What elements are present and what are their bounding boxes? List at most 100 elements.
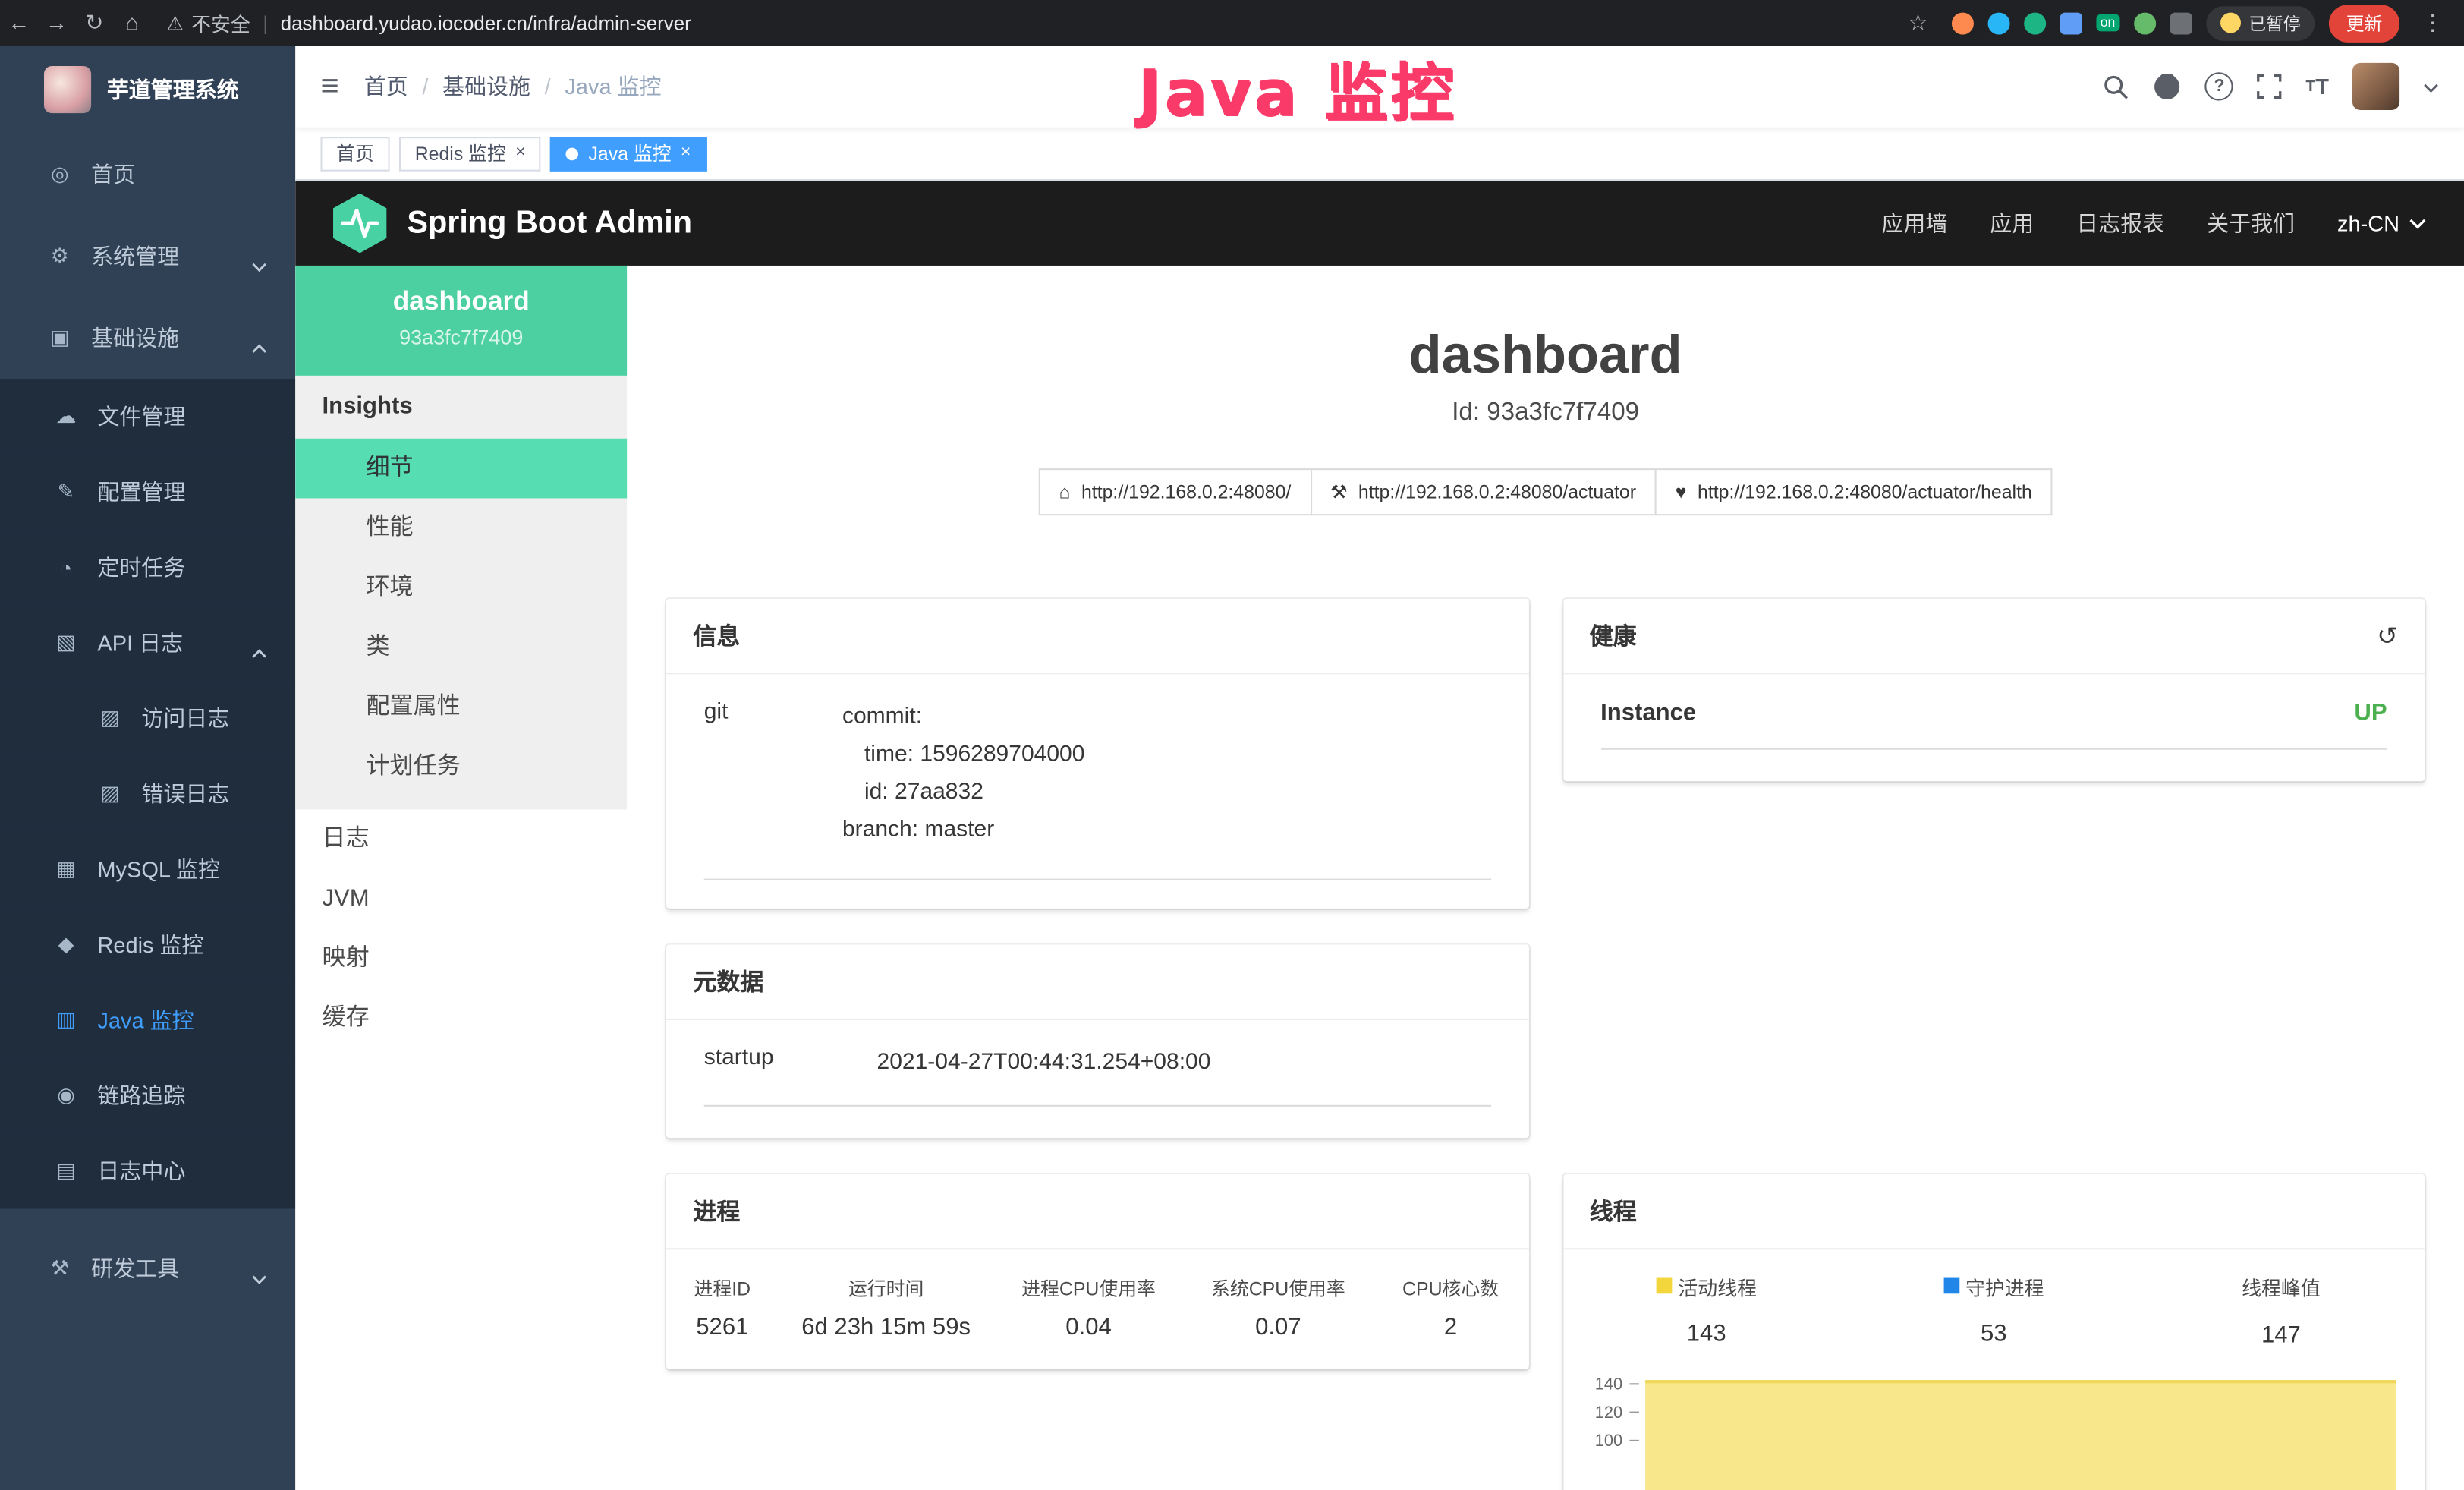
heart-icon: ♥ xyxy=(1676,481,1687,503)
extension-puzzle-icon[interactable] xyxy=(2170,12,2192,34)
fullscreen-icon[interactable] xyxy=(2257,74,2282,99)
address-bar[interactable]: ⚠ 不安全 | dashboard.yudao.iocoder.cn/infra… xyxy=(167,8,691,37)
sba-item-jvm[interactable]: JVM xyxy=(295,869,627,929)
process-card-title: 进程 xyxy=(666,1173,1528,1249)
tab-label: 首页 xyxy=(336,140,374,166)
user-avatar[interactable] xyxy=(2352,63,2399,110)
sidebar-item-dev-tools[interactable]: ⚒ 研发工具 xyxy=(0,1227,295,1309)
sba-header: Spring Boot Admin 应用墙 应用 日志报表 关于我们 zh-CN xyxy=(295,181,2464,266)
live-threads-value: 143 xyxy=(1562,1321,1850,1347)
health-card-title: 健康 xyxy=(1590,619,1637,652)
sba-nav-about[interactable]: 关于我们 xyxy=(2207,207,2295,238)
sba-nav-applications[interactable]: 应用 xyxy=(1990,207,2034,238)
tab-redis-monitor[interactable]: Redis 监控 × xyxy=(399,136,541,171)
sidebar-item-access-logs[interactable]: ▨ 访问日志 xyxy=(0,681,295,756)
tags-view-bar: 首页 Redis 监控 × Java 监控 × xyxy=(295,128,2464,181)
home-icon[interactable]: ⌂ xyxy=(113,0,151,46)
chrome-menu-icon[interactable]: ⋮ xyxy=(2414,0,2452,46)
extension-green-icon[interactable] xyxy=(2023,12,2045,34)
extension-orange-icon[interactable] xyxy=(1951,12,1973,34)
sba-item-details[interactable]: 细节 xyxy=(295,439,627,499)
sba-instance-header[interactable]: dashboard 93a3fc7f7409 xyxy=(295,266,627,376)
doc-icon: ▨ xyxy=(97,781,122,806)
app-logo-row[interactable]: 芋道管理系统 xyxy=(0,46,295,134)
sidebar-item-scheduled-jobs[interactable]: ◔ 定时任务 xyxy=(0,530,295,605)
sidebar-item-redis-monitor[interactable]: ◆ Redis 监控 xyxy=(0,907,295,982)
sba-item-classes[interactable]: 类 xyxy=(295,618,627,678)
close-icon[interactable]: × xyxy=(681,145,691,162)
metadata-card: 元数据 startup 2021-04-27T00:44:31.254+08:0… xyxy=(666,944,1528,1138)
redis-icon: ◆ xyxy=(53,932,78,957)
url-text[interactable]: dashboard.yudao.iocoder.cn/infra/admin-s… xyxy=(281,12,691,34)
sidebar-item-error-logs[interactable]: ▨ 错误日志 xyxy=(0,756,295,831)
sidebar-item-home[interactable]: ◎ 首页 xyxy=(0,134,295,216)
sba-item-logs[interactable]: 日志 xyxy=(295,809,627,869)
breadcrumb-infrastructure[interactable]: 基础设施 xyxy=(442,71,530,102)
hamburger-icon[interactable]: ≡ xyxy=(295,68,363,105)
sidebar-item-mysql-monitor[interactable]: ▦ MySQL 监控 xyxy=(0,831,295,906)
tab-java-monitor[interactable]: Java 监控 × xyxy=(551,136,706,171)
active-threads-area xyxy=(1644,1379,2396,1490)
sba-item-mappings[interactable]: 映射 xyxy=(295,929,627,989)
java-monitor-icon: ▥ xyxy=(53,1007,78,1032)
extension-grid-icon[interactable] xyxy=(2060,12,2082,34)
avatar-caret-icon[interactable] xyxy=(2423,72,2439,100)
not-secure-warning-icon: ⚠ xyxy=(167,12,184,34)
profile-emoji-icon xyxy=(2220,13,2241,33)
sidebar-item-label: 错误日志 xyxy=(141,778,229,809)
close-icon[interactable]: × xyxy=(515,145,525,162)
history-icon[interactable]: ↺ xyxy=(2377,620,2398,651)
forward-icon[interactable]: → xyxy=(38,0,76,46)
service-url-link[interactable]: ⌂ http://192.168.0.2:48080/ xyxy=(1039,468,1312,515)
sba-item-config-props[interactable]: 配置属性 xyxy=(295,678,627,738)
tab-home[interactable]: 首页 xyxy=(320,136,389,171)
extension-on-badge[interactable]: on xyxy=(2095,14,2119,31)
peak-threads-value: 147 xyxy=(2138,1321,2425,1348)
sidebar-item-tracing[interactable]: ◉ 链路追踪 xyxy=(0,1058,295,1133)
process-cpus-value: 2 xyxy=(1373,1304,1528,1344)
github-icon[interactable] xyxy=(2154,72,2182,100)
sba-instance-sidebar: dashboard 93a3fc7f7409 Insights 细节 性能 环境… xyxy=(295,266,627,1490)
process-proc-cpu-value: 0.04 xyxy=(994,1304,1184,1344)
search-icon[interactable] xyxy=(2103,73,2129,99)
sidebar-item-label: 基础设施 xyxy=(91,323,179,354)
font-size-icon[interactable]: TT xyxy=(2306,74,2329,99)
sidebar-item-api-logs[interactable]: ▧ API 日志 xyxy=(0,605,295,680)
sba-nav-wallboard[interactable]: 应用墙 xyxy=(1881,207,1947,238)
log-center-icon: ▤ xyxy=(53,1158,78,1183)
breadcrumb-home[interactable]: 首页 xyxy=(364,71,408,102)
sba-insights-section: Insights 细节 性能 环境 类 配置属性 计划任务 xyxy=(295,376,627,810)
sba-item-metrics[interactable]: 性能 xyxy=(295,498,627,558)
chrome-update-button[interactable]: 更新 xyxy=(2329,4,2399,42)
process-col-proc-cpu: 进程CPU使用率 xyxy=(994,1265,1184,1304)
sba-item-environment[interactable]: 环境 xyxy=(295,558,627,618)
sba-item-scheduled-tasks[interactable]: 计划任务 xyxy=(295,737,627,797)
wrench-icon: ⚒ xyxy=(1330,481,1347,503)
sidebar-item-infrastructure[interactable]: ▣ 基础设施 xyxy=(0,297,295,379)
sidebar-item-java-monitor[interactable]: ▥ Java 监控 xyxy=(0,982,295,1057)
back-icon[interactable]: ← xyxy=(0,0,38,46)
actuator-url-link[interactable]: ⚒ http://192.168.0.2:48080/actuator xyxy=(1310,468,1657,515)
process-col-cpus: CPU核心数 xyxy=(1373,1265,1528,1304)
sidebar-item-system-mgmt[interactable]: ⚙ 系统管理 xyxy=(0,216,295,298)
sba-nav-journal[interactable]: 日志报表 xyxy=(2076,207,2164,238)
extension-leaf-icon[interactable] xyxy=(2134,12,2156,34)
health-url-link[interactable]: ♥ http://192.168.0.2:48080/actuator/heal… xyxy=(1655,468,2053,515)
bookmark-star-icon[interactable]: ☆ xyxy=(1899,0,1937,46)
profile-paused-badge[interactable]: 已暂停 xyxy=(2206,5,2315,40)
reload-icon[interactable]: ↻ xyxy=(75,0,113,46)
sba-language-select[interactable]: zh-CN xyxy=(2337,210,2426,235)
table-row: 5261 6d 23h 15m 59s 0.04 0.07 2 xyxy=(666,1304,1528,1344)
daemon-threads-value: 53 xyxy=(1850,1321,2138,1347)
sidebar-item-log-center[interactable]: ▤ 日志中心 xyxy=(0,1133,295,1208)
y-tick: 100 xyxy=(1595,1432,1622,1451)
help-icon[interactable]: ? xyxy=(2205,72,2233,100)
daemon-threads-swatch xyxy=(1943,1278,1959,1294)
sidebar-item-config-mgmt[interactable]: ✎ 配置管理 xyxy=(0,454,295,529)
sidebar-item-label: 配置管理 xyxy=(97,476,185,507)
sidebar-item-label: 文件管理 xyxy=(97,401,185,432)
sba-instance-name: dashboard xyxy=(295,286,627,317)
extension-blue-icon[interactable] xyxy=(1987,12,2009,34)
sidebar-item-file-mgmt[interactable]: ☁ 文件管理 xyxy=(0,379,295,454)
sba-item-caches[interactable]: 缓存 xyxy=(295,989,627,1049)
